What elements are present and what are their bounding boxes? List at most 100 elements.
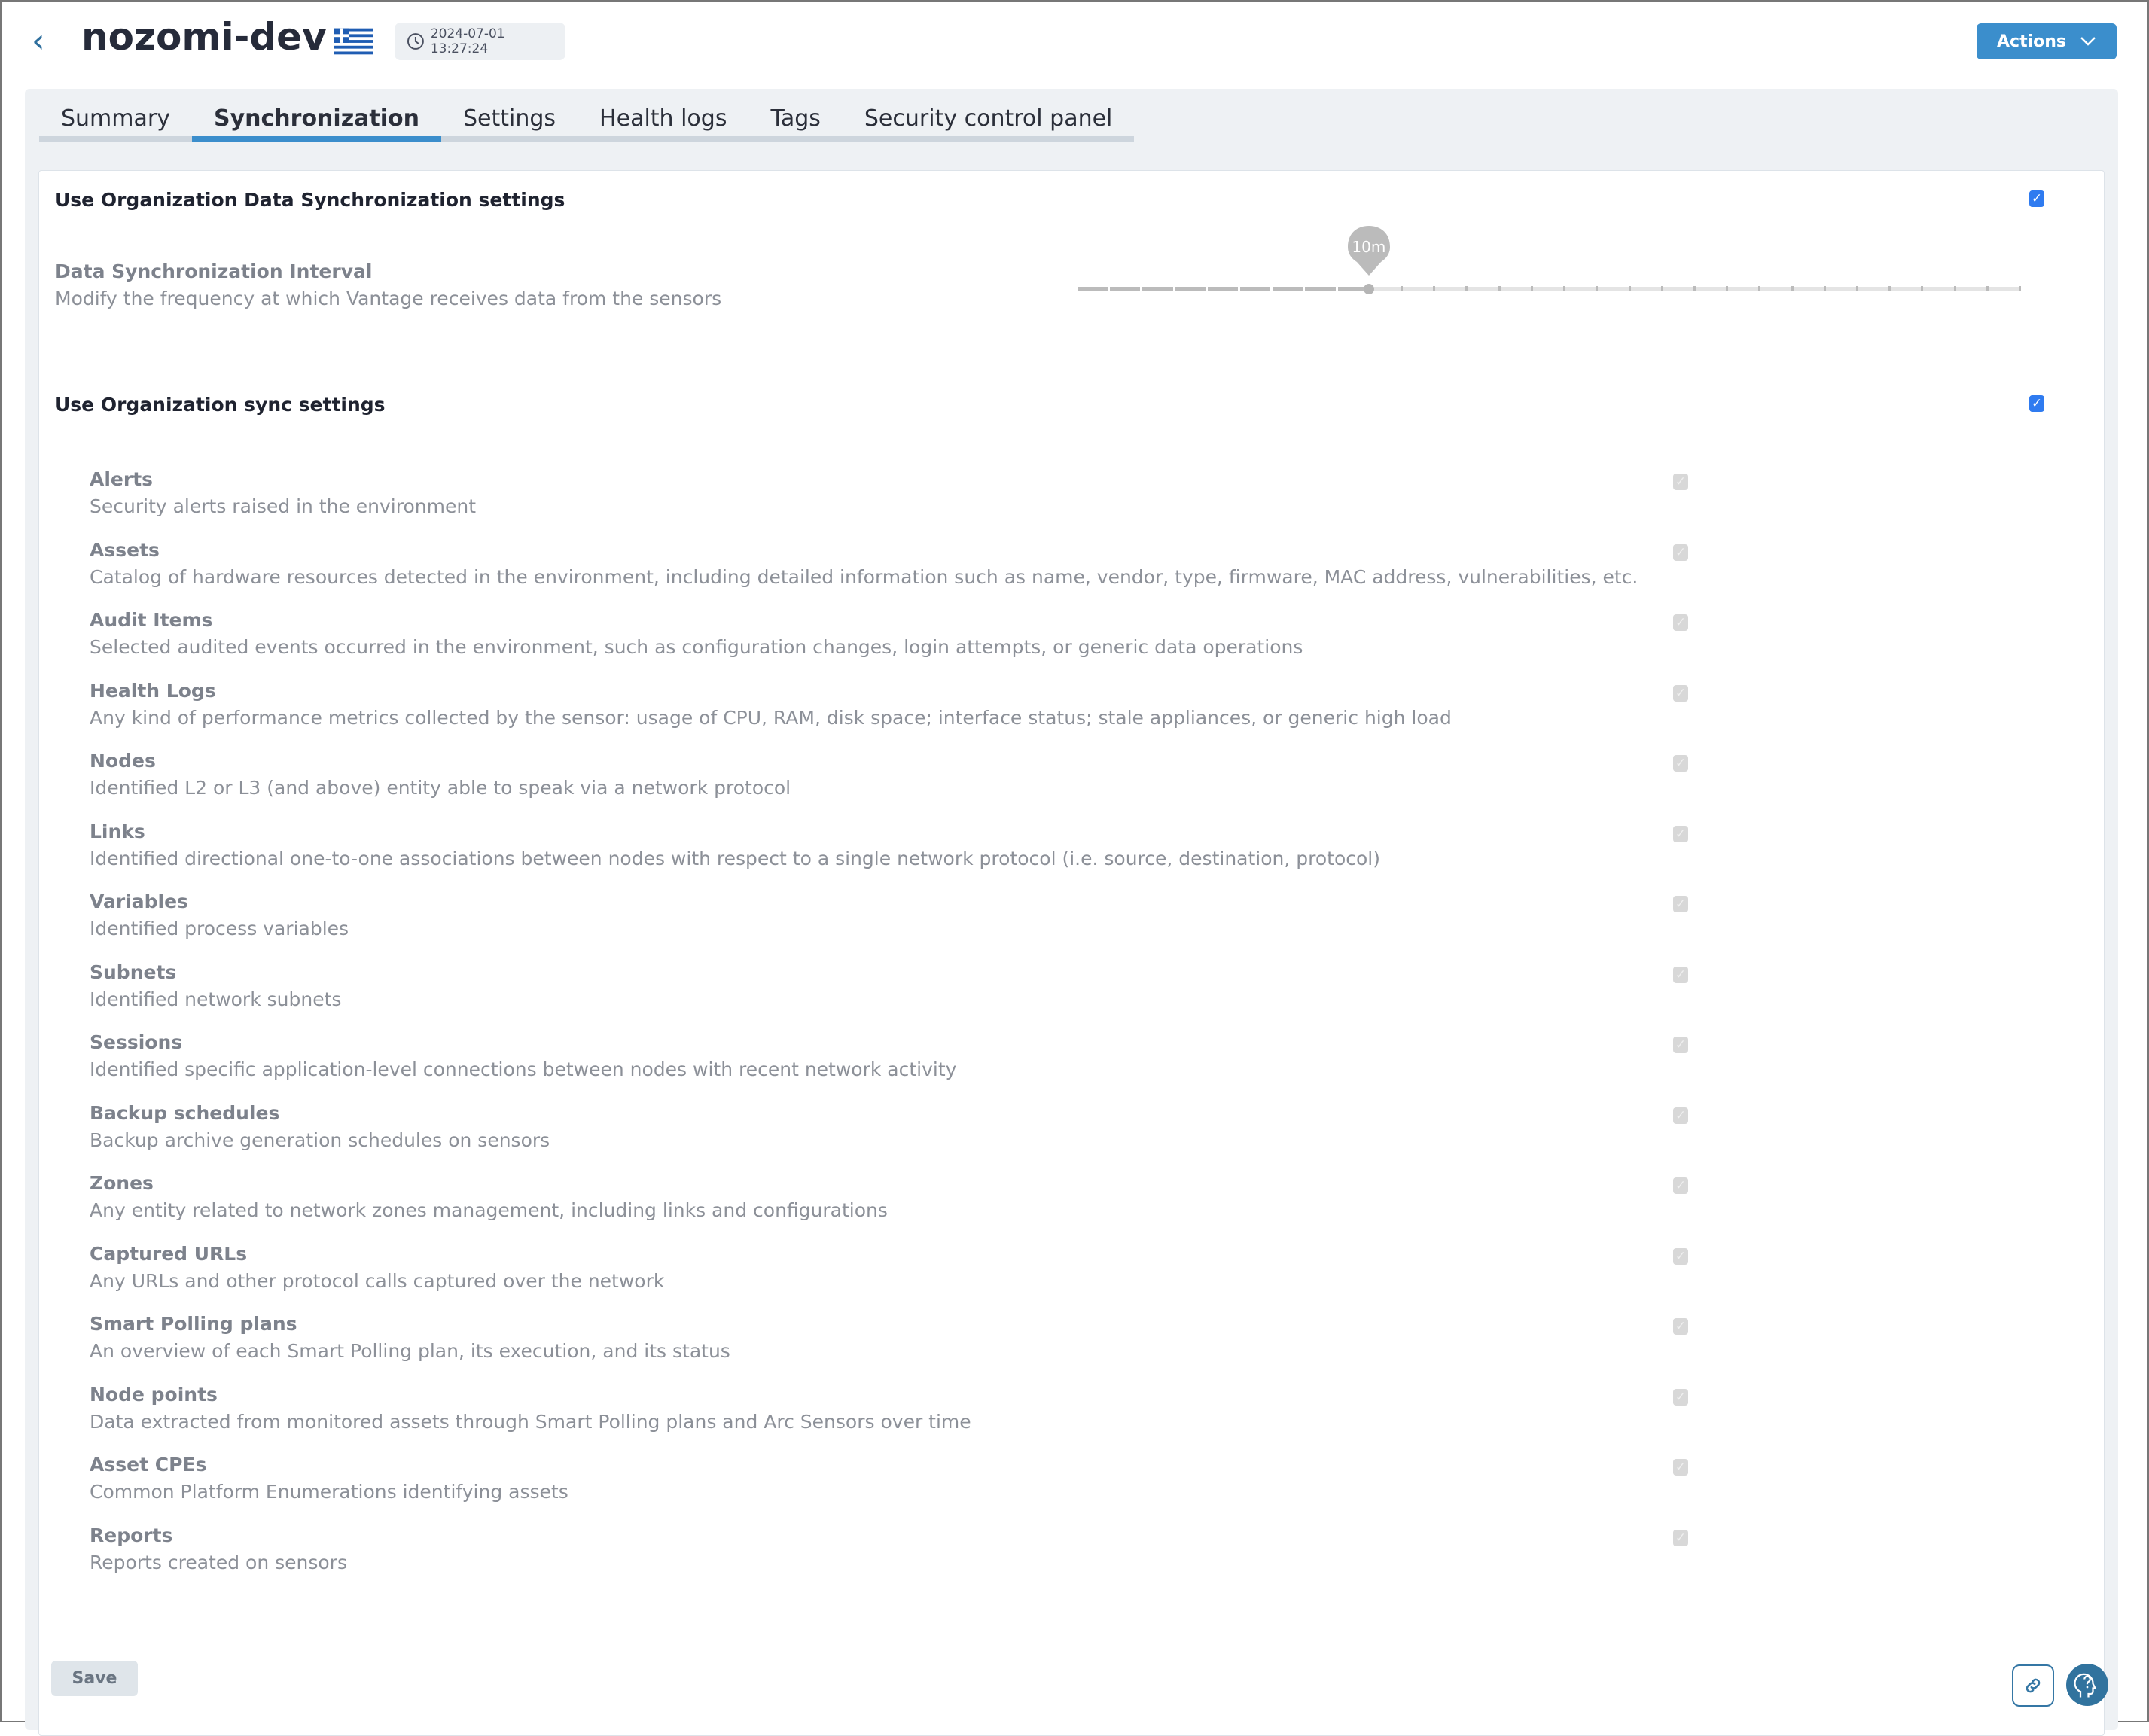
slider-fill — [1076, 287, 1369, 291]
sync-item-description: Any entity related to network zones mana… — [90, 1199, 888, 1221]
sync-item-label: Backup schedules — [90, 1101, 280, 1124]
sync-item-label: Subnets — [90, 961, 177, 983]
help-button[interactable] — [2066, 1664, 2108, 1706]
sync-item-checkbox: ✓ — [1673, 614, 1688, 631]
slider-tick — [1108, 286, 1111, 291]
sync-item-label: Asset CPEs — [90, 1454, 207, 1476]
sync-item-checkbox: ✓ — [1673, 1037, 1688, 1053]
tab-synchronization[interactable]: Synchronization — [191, 98, 442, 142]
sync-item-checkbox: ✓ — [1673, 474, 1688, 490]
sync-item-description: Common Platform Enumerations identifying… — [90, 1481, 568, 1503]
slider-tick — [1270, 286, 1273, 291]
sync-item-checkbox: ✓ — [1673, 755, 1688, 772]
tab-health-logs[interactable]: Health logs — [578, 98, 748, 136]
slider-tick — [1498, 286, 1501, 291]
sync-item-label: Zones — [90, 1172, 154, 1194]
sync-item-checkbox: ✓ — [1673, 544, 1688, 561]
sync-item-label: Nodes — [90, 750, 156, 772]
sync-item-description: Backup archive generation schedules on s… — [90, 1128, 550, 1151]
sync-item-description: Identified directional one-to-one associ… — [90, 847, 1381, 870]
sync-item-checkbox: ✓ — [1673, 1247, 1688, 1265]
sync-item-label: Reports — [90, 1524, 173, 1546]
sync-item-description: Reports created on sensors — [90, 1551, 347, 1573]
interval-slider[interactable]: 10m — [1075, 226, 2021, 294]
slider-tick — [1563, 286, 1566, 291]
slider-value: 10m — [1352, 238, 1386, 256]
sync-item-checkbox: ✓ — [1673, 1318, 1688, 1335]
timestamp-badge: 2024-07-01 13:27:24 — [395, 23, 565, 60]
tab-bar: Summary Synchronization Settings Health … — [39, 98, 1135, 142]
sync-item-label: Links — [90, 820, 145, 842]
sync-item-description: Identified network subnets — [90, 988, 342, 1010]
slider-tick — [1660, 286, 1663, 291]
slider-tick — [2019, 286, 2021, 291]
clock-icon — [407, 33, 424, 50]
save-button[interactable]: Save — [51, 1661, 138, 1696]
data-sync-checkbox[interactable]: ✓ — [2029, 190, 2044, 207]
actions-button[interactable]: Actions — [1977, 23, 2117, 59]
slider-tick — [1628, 286, 1631, 291]
slider-tick — [1238, 286, 1241, 291]
sync-item-checkbox: ✓ — [1673, 1107, 1688, 1124]
slider-tick — [1205, 286, 1208, 291]
tab-tags[interactable]: Tags — [748, 98, 842, 136]
sync-item-checkbox: ✓ — [1673, 1459, 1688, 1476]
slider-tick — [1465, 286, 1468, 291]
help-head-icon — [2074, 1673, 2097, 1698]
slider-tick — [1726, 286, 1729, 291]
sync-item-checkbox: ✓ — [1673, 896, 1688, 912]
slider-tick — [1401, 286, 1404, 291]
sync-item-description: Identified L2 or L3 (and above) entity a… — [90, 777, 791, 799]
sync-item-description: Identified specific application-level co… — [90, 1058, 957, 1080]
chevron-down-icon — [2080, 37, 2096, 46]
data-sync-title: Use Organization Data Synchronization se… — [55, 189, 565, 211]
slider-tick — [1693, 286, 1696, 291]
sync-item-description: Any URLs and other protocol calls captur… — [90, 1269, 665, 1292]
greece-flag-icon — [334, 28, 373, 55]
sync-item-description: An overview of each Smart Polling plan, … — [90, 1340, 730, 1362]
sync-item-label: Captured URLs — [90, 1242, 248, 1265]
slider-tick — [1140, 286, 1143, 291]
sync-item-label: Assets — [90, 538, 160, 561]
sync-item-checkbox: ✓ — [1673, 684, 1688, 702]
sync-item-description: Data extracted from monitored assets thr… — [90, 1410, 971, 1433]
sync-settings-title: Use Organization sync settings — [55, 394, 386, 416]
sync-item-checkbox: ✓ — [1673, 1177, 1688, 1194]
sync-settings-checkbox[interactable]: ✓ — [2029, 395, 2044, 412]
slider-value-tooltip: 10m — [1346, 224, 1392, 277]
sync-item-label: Node points — [90, 1383, 218, 1406]
slider-thumb[interactable] — [1363, 284, 1374, 294]
sync-item-label: Audit Items — [90, 609, 213, 631]
tab-summary[interactable]: Summary — [39, 98, 192, 136]
tab-security-control-panel[interactable]: Security control panel — [843, 98, 1135, 136]
slider-tick — [1433, 286, 1436, 291]
timestamp-text: 2024-07-01 13:27:24 — [430, 26, 505, 56]
tab-settings[interactable]: Settings — [441, 98, 578, 136]
sync-item-label: Health Logs — [90, 679, 216, 702]
slider-tick — [1921, 286, 1924, 291]
sync-item-description: Identified process variables — [90, 918, 349, 940]
slider-tick — [1855, 286, 1858, 291]
slider-tick — [1530, 286, 1533, 291]
sync-item-description: Any kind of performance metrics collecte… — [90, 706, 1452, 729]
slider-tick — [1823, 286, 1826, 291]
sync-item-checkbox: ✓ — [1673, 1388, 1688, 1406]
sync-item-checkbox: ✓ — [1673, 1529, 1688, 1546]
sync-item-checkbox: ✓ — [1673, 825, 1688, 842]
sync-item-label: Sessions — [90, 1031, 183, 1053]
interval-description: Modify the frequency at which Vantage re… — [55, 288, 722, 309]
slider-tick — [1758, 286, 1761, 291]
slider-tick — [1986, 286, 1989, 291]
slider-tick — [1335, 286, 1338, 291]
link-icon — [2026, 1678, 2041, 1693]
slider-tick — [1888, 286, 1891, 291]
interval-label: Data Synchronization Interval — [55, 260, 373, 282]
slider-tick — [1953, 286, 1956, 291]
back-chevron-icon[interactable]: ‹ — [32, 24, 54, 59]
sync-item-description: Selected audited events occurred in the … — [90, 636, 1303, 658]
slider-tick — [1596, 286, 1599, 291]
slider-tick — [1791, 286, 1794, 291]
link-button[interactable] — [2012, 1664, 2054, 1707]
actions-label: Actions — [1997, 32, 2066, 51]
slider-tick — [1303, 286, 1306, 291]
